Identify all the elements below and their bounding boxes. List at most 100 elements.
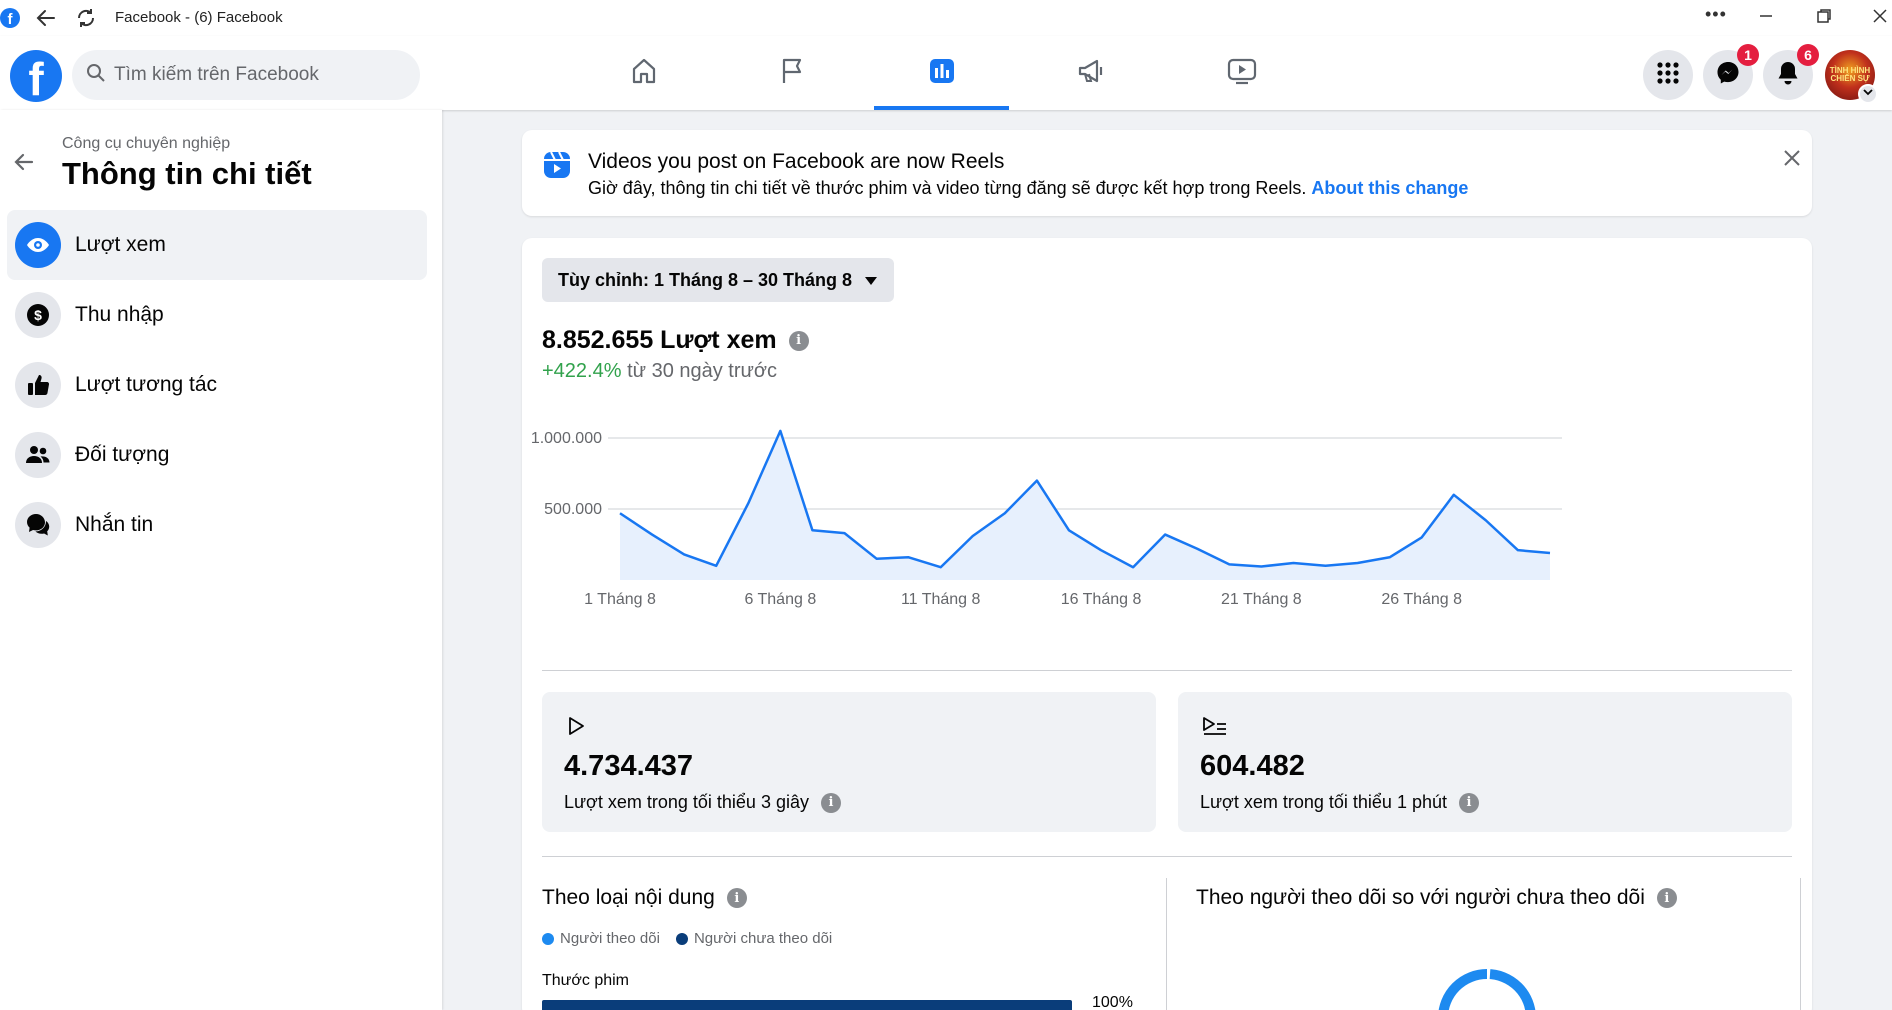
search-input[interactable] bbox=[114, 64, 394, 86]
reels-icon bbox=[542, 150, 572, 185]
data-point[interactable] bbox=[1416, 531, 1428, 543]
views-area-chart: 500.000 1.000.000 1 Tháng 8 6 Tháng 8 11 Thá… bbox=[531, 425, 1562, 608]
data-point[interactable] bbox=[806, 524, 818, 536]
messenger-button[interactable]: 1 bbox=[1703, 44, 1759, 100]
legend-item-non-followers[interactable]: Người chưa theo dõi bbox=[675, 930, 833, 947]
content-type-legend: Người theo dõi Người chưa theo dõi bbox=[542, 930, 848, 947]
reels-notice-banner: Videos you post on Facebook are now Reel… bbox=[522, 130, 1812, 216]
banner-text: Giờ đây, thông tin chi tiết về thước phi… bbox=[588, 178, 1468, 199]
sidebar-item-audience[interactable]: Đối tượng bbox=[7, 420, 427, 490]
section-divider bbox=[542, 856, 1792, 857]
menu-button[interactable] bbox=[1643, 50, 1693, 100]
followers-donut-chart bbox=[1438, 967, 1536, 1010]
total-views: 8.852.655 Lượt xem i bbox=[542, 326, 809, 355]
back-arrow-icon[interactable] bbox=[12, 150, 36, 179]
data-point[interactable] bbox=[1127, 561, 1139, 573]
info-icon[interactable]: i bbox=[726, 888, 747, 908]
tab-watch[interactable] bbox=[1174, 36, 1309, 110]
sidebar-item-views[interactable]: Lượt xem bbox=[7, 210, 427, 280]
x-tick-label: 16 Tháng 8 bbox=[1061, 591, 1142, 608]
sidebar-item-label: Đối tượng bbox=[75, 443, 170, 466]
data-point[interactable] bbox=[1287, 557, 1299, 569]
minimize-icon[interactable] bbox=[1756, 6, 1776, 31]
close-window-icon[interactable] bbox=[1870, 6, 1890, 31]
data-point[interactable] bbox=[967, 530, 979, 542]
sidebar-item-earnings[interactable]: $ Thu nhập bbox=[7, 280, 427, 350]
about-this-change-link[interactable]: About this change bbox=[1311, 178, 1468, 198]
data-point[interactable] bbox=[903, 551, 915, 563]
sidebar: Công cụ chuyên nghiệp Thông tin chi tiết… bbox=[0, 110, 442, 1010]
more-options-icon[interactable]: ••• bbox=[1705, 4, 1727, 25]
breadcrumb[interactable]: Công cụ chuyên nghiệp bbox=[62, 135, 230, 153]
thumbs-up-icon bbox=[15, 362, 61, 408]
stat-card-3s-views: 4.734.437 Lượt xem trong tối thiểu 3 giâ… bbox=[542, 692, 1156, 832]
info-icon[interactable]: i bbox=[820, 792, 841, 813]
data-point[interactable] bbox=[646, 529, 658, 541]
data-point[interactable] bbox=[1448, 489, 1460, 501]
bell-icon bbox=[1776, 60, 1800, 91]
facebook-logo[interactable]: f bbox=[10, 50, 62, 102]
views-area-fill bbox=[620, 430, 1550, 580]
refresh-icon[interactable] bbox=[74, 6, 98, 35]
info-icon[interactable]: i bbox=[788, 330, 809, 351]
data-point[interactable] bbox=[1031, 475, 1043, 487]
data-point[interactable] bbox=[1191, 543, 1203, 555]
data-point[interactable] bbox=[1480, 514, 1492, 526]
chevron-down-icon bbox=[1862, 85, 1874, 103]
x-tick-label: 21 Tháng 8 bbox=[1221, 591, 1302, 608]
data-point[interactable] bbox=[1095, 544, 1107, 556]
messenger-icon bbox=[1715, 60, 1741, 91]
close-icon[interactable] bbox=[1778, 144, 1806, 172]
play-list-icon bbox=[1202, 716, 1228, 741]
views-change: +422.4% từ 30 ngày trước bbox=[542, 360, 777, 383]
back-arrow-icon[interactable] bbox=[34, 6, 58, 35]
data-point[interactable] bbox=[1255, 561, 1267, 573]
search-box[interactable] bbox=[72, 50, 420, 100]
data-point[interactable] bbox=[1063, 524, 1075, 536]
date-range-dropdown[interactable]: Tùy chỉnh: 1 Tháng 8 – 30 Tháng 8 bbox=[542, 258, 895, 302]
info-icon[interactable]: i bbox=[1459, 792, 1479, 813]
data-point[interactable] bbox=[871, 553, 883, 565]
reels-bar-track bbox=[542, 1000, 1072, 1010]
data-point[interactable] bbox=[1352, 557, 1364, 569]
caret-down-icon bbox=[864, 270, 878, 291]
x-tick-label: 1 Tháng 8 bbox=[584, 591, 656, 608]
data-point[interactable] bbox=[678, 548, 690, 560]
x-tick-label: 11 Tháng 8 bbox=[901, 591, 981, 608]
date-range-label: Tùy chỉnh: 1 Tháng 8 – 30 Tháng 8 bbox=[558, 269, 853, 290]
data-point[interactable] bbox=[614, 507, 626, 519]
stat-label: Lượt xem trong tối thiểu 1 phút i bbox=[1200, 792, 1479, 813]
data-point[interactable] bbox=[742, 497, 754, 509]
notifications-button[interactable]: 6 bbox=[1763, 44, 1819, 100]
messenger-badge: 1 bbox=[1737, 44, 1759, 66]
legend-item-followers[interactable]: Người theo dõi bbox=[542, 930, 660, 947]
data-point[interactable] bbox=[1384, 551, 1396, 563]
total-views-value: 8.852.655 Lượt xem bbox=[542, 326, 777, 354]
data-point[interactable] bbox=[1512, 544, 1524, 556]
y-tick-label: 500.000 bbox=[544, 501, 602, 518]
tab-home[interactable] bbox=[576, 36, 711, 110]
stat-label: Lượt xem trong tối thiểu 3 giây i bbox=[564, 792, 841, 813]
data-point[interactable] bbox=[710, 560, 722, 572]
reels-bar-fill bbox=[542, 1000, 1072, 1010]
data-point[interactable] bbox=[1544, 547, 1556, 559]
home-icon bbox=[629, 56, 659, 91]
tab-pages[interactable] bbox=[724, 36, 859, 110]
sidebar-item-engagement[interactable]: Lượt tương tác bbox=[7, 350, 427, 420]
account-menu-button[interactable] bbox=[1858, 84, 1878, 104]
data-point[interactable] bbox=[774, 425, 786, 437]
sidebar-item-label: Thu nhập bbox=[75, 303, 164, 326]
data-point[interactable] bbox=[935, 561, 947, 573]
data-point[interactable] bbox=[999, 507, 1011, 519]
sidebar-item-messaging[interactable]: Nhắn tin bbox=[7, 490, 427, 560]
info-icon[interactable]: i bbox=[1656, 888, 1677, 908]
data-point[interactable] bbox=[838, 527, 850, 539]
tab-insights[interactable] bbox=[874, 36, 1009, 110]
data-point[interactable] bbox=[1320, 560, 1332, 572]
y-tick-label: 1.000.000 bbox=[531, 430, 602, 447]
restore-icon[interactable] bbox=[1814, 6, 1834, 31]
legend-label: Người chưa theo dõi bbox=[693, 930, 833, 947]
data-point[interactable] bbox=[1223, 558, 1235, 570]
tab-ads[interactable] bbox=[1024, 36, 1159, 110]
data-point[interactable] bbox=[1159, 529, 1171, 541]
